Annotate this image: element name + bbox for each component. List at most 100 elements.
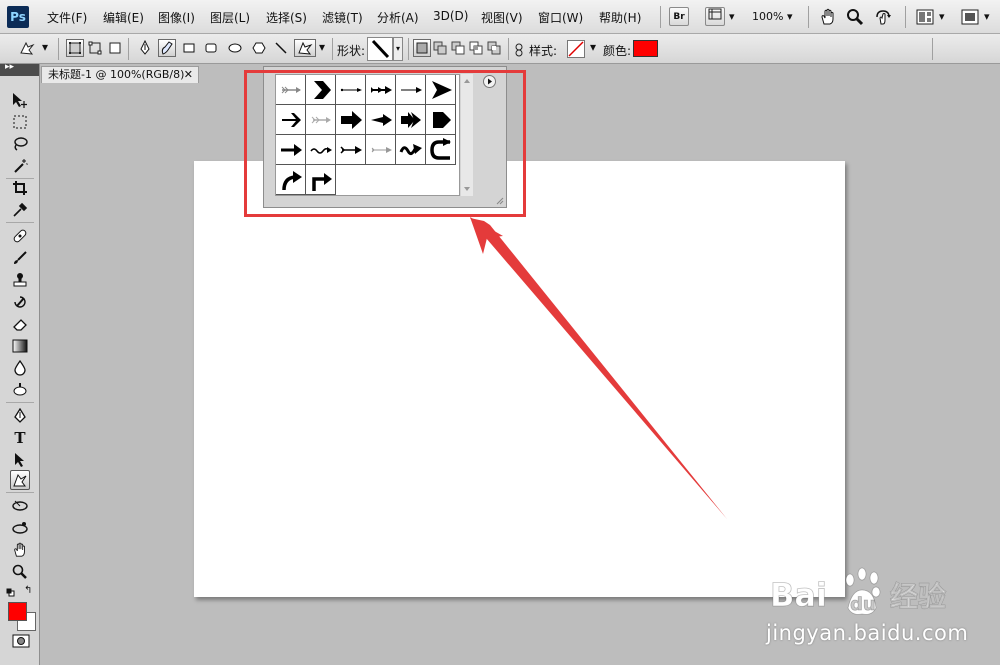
shape-tools-chevron-down-icon[interactable]: ▾ (319, 40, 325, 54)
style-swatch[interactable] (567, 40, 585, 58)
shape-cell[interactable] (276, 165, 306, 195)
color-swatch[interactable] (633, 40, 658, 57)
collapse-icon[interactable]: ▸▸ (5, 62, 14, 72)
quick-mask-button[interactable] (12, 634, 30, 651)
intersect-shape-area-button[interactable] (467, 39, 485, 57)
dodge-tool[interactable] (10, 380, 30, 400)
shape-cell[interactable] (276, 105, 306, 135)
shape-cell[interactable] (306, 165, 336, 195)
eyedropper-tool[interactable] (10, 200, 30, 220)
bridge-button[interactable]: Br (669, 7, 689, 26)
subtract-shape-area-button[interactable] (449, 39, 467, 57)
shape-cell[interactable] (336, 75, 366, 105)
clone-stamp-tool[interactable] (10, 270, 30, 290)
shape-cell[interactable] (306, 105, 336, 135)
toolbox-header[interactable]: ▸▸ (0, 62, 39, 76)
paths-button[interactable] (86, 39, 104, 57)
shape-cell[interactable] (396, 105, 426, 135)
zoom-tool[interactable] (10, 562, 30, 582)
history-brush-tool[interactable] (10, 292, 30, 312)
shape-cell[interactable] (306, 75, 336, 105)
shape-cell[interactable] (336, 135, 366, 165)
shape-picker-chevron-down-icon[interactable]: ▾ (393, 37, 403, 61)
shape-cell[interactable] (396, 75, 426, 105)
arrange-chevron-down-icon[interactable]: ▾ (939, 10, 945, 23)
lasso-tool[interactable] (10, 134, 30, 154)
resize-grip-icon[interactable] (496, 197, 504, 205)
marquee-tool[interactable] (10, 112, 30, 132)
close-icon[interactable]: ✕ (184, 67, 193, 83)
foreground-color-swatch[interactable] (8, 602, 27, 621)
shape-layers-button[interactable] (66, 39, 84, 57)
menu-edit[interactable]: 编辑(E) (103, 9, 144, 26)
scroll-up-icon[interactable] (461, 76, 473, 86)
swap-colors-icon[interactable]: ↰ (24, 585, 32, 596)
gradient-tool[interactable] (10, 336, 30, 356)
shape-cell[interactable] (276, 75, 306, 105)
menu-layer[interactable]: 图层(L) (210, 9, 250, 26)
shape-cell[interactable] (426, 105, 456, 135)
3d-orbit-tool[interactable] (10, 518, 30, 538)
move-tool[interactable] (10, 90, 30, 110)
document-canvas[interactable] (194, 161, 845, 597)
magic-wand-tool[interactable] (10, 156, 30, 176)
blur-tool[interactable] (10, 358, 30, 378)
link-icon[interactable] (515, 43, 523, 60)
picker-scrollbar[interactable] (461, 74, 473, 196)
zoom-level[interactable]: 100% (752, 10, 783, 23)
crop-tool[interactable] (10, 178, 30, 198)
hand-tool[interactable] (10, 540, 30, 560)
pen-tool-button[interactable] (136, 39, 154, 57)
menu-file[interactable]: 文件(F) (47, 9, 87, 26)
shape-cell[interactable] (276, 135, 306, 165)
add-to-shape-area-button[interactable] (431, 39, 449, 57)
menu-3d[interactable]: 3D(D) (433, 9, 468, 23)
default-colors-icon[interactable] (6, 586, 15, 597)
ellipse-tool-button[interactable] (226, 39, 244, 57)
shape-cell[interactable] (426, 75, 456, 105)
screen-mode-icon[interactable] (961, 9, 979, 28)
menu-filter[interactable]: 滤镜(T) (322, 9, 363, 26)
grid-icon[interactable] (916, 9, 934, 28)
style-chevron-down-icon[interactable]: ▾ (590, 40, 596, 54)
preset-chevron-down-icon[interactable]: ▾ (42, 40, 48, 54)
document-tab[interactable]: 未标题-1 @ 100%(RGB/8) ✕ (41, 66, 199, 83)
rounded-rectangle-tool-button[interactable] (202, 39, 220, 57)
menu-select[interactable]: 选择(S) (266, 9, 307, 26)
shape-cell[interactable] (366, 135, 396, 165)
shape-cell[interactable] (426, 135, 456, 165)
create-new-shape-layer-button[interactable] (413, 39, 431, 57)
shape-cell[interactable] (336, 105, 366, 135)
fill-pixels-button[interactable] (106, 39, 124, 57)
menu-window[interactable]: 窗口(W) (538, 9, 583, 26)
hand-tool-icon[interactable] (819, 8, 837, 29)
tool-preset-picker[interactable] (18, 39, 36, 57)
shape-cell[interactable] (306, 135, 336, 165)
custom-shape-tool-button[interactable] (294, 39, 316, 57)
3d-rotate-tool[interactable] (10, 496, 30, 516)
brush-tool[interactable] (10, 248, 30, 268)
menu-analysis[interactable]: 分析(A) (377, 9, 419, 26)
rectangle-tool-button[interactable] (180, 39, 198, 57)
line-tool-button[interactable] (272, 39, 290, 57)
rotate-view-icon[interactable] (873, 8, 893, 29)
polygon-tool-button[interactable] (250, 39, 268, 57)
scroll-down-icon[interactable] (461, 184, 473, 194)
screen-chevron-down-icon[interactable]: ▾ (984, 10, 990, 23)
shape-preview[interactable] (367, 37, 393, 61)
zoom-tool-icon[interactable] (846, 8, 864, 29)
menu-view[interactable]: 视图(V) (481, 9, 523, 26)
type-tool[interactable]: T (10, 428, 30, 448)
custom-shape-tool[interactable] (10, 470, 30, 490)
shape-cell[interactable] (366, 105, 396, 135)
path-selection-tool[interactable] (10, 450, 30, 470)
pen-tool[interactable] (10, 406, 30, 426)
zoom-chevron-down-icon[interactable]: ▾ (787, 10, 793, 23)
view-extras-button[interactable] (705, 7, 725, 26)
freeform-pen-button[interactable] (158, 39, 176, 57)
picker-menu-button[interactable] (483, 75, 496, 88)
menu-image[interactable]: 图像(I) (158, 9, 195, 26)
shape-cell[interactable] (396, 135, 426, 165)
exclude-shape-area-button[interactable] (485, 39, 503, 57)
chevron-down-icon[interactable]: ▾ (729, 10, 735, 23)
